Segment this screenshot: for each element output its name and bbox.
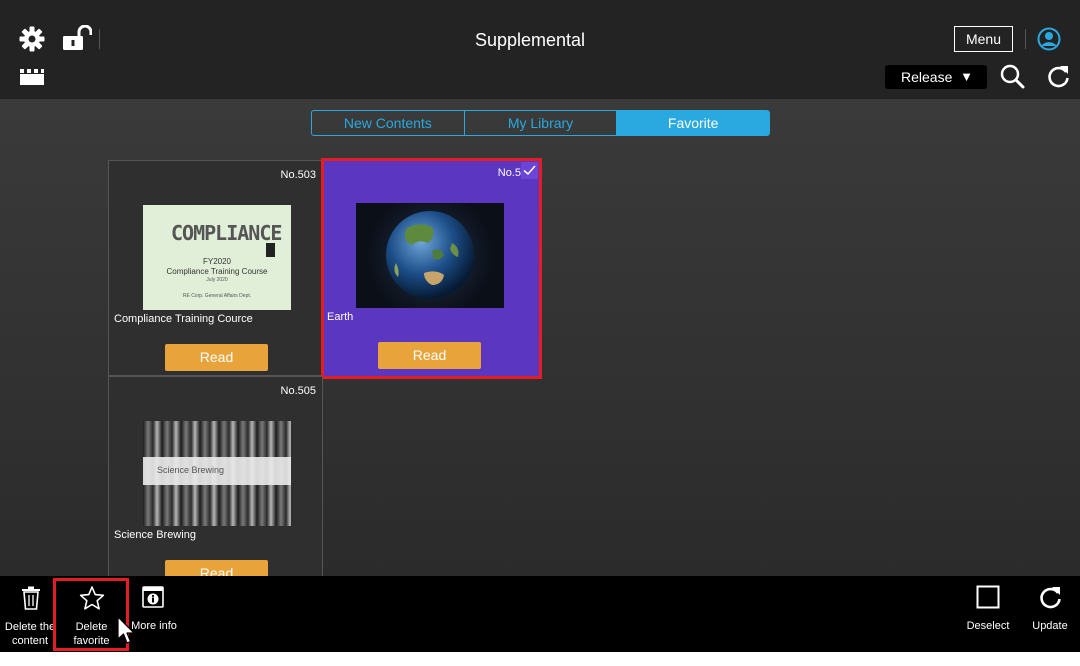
content-number: No.505	[280, 385, 316, 397]
cover-overlay-text: Science Brewing	[157, 465, 225, 475]
trash-icon	[22, 586, 40, 610]
tab-my-library[interactable]: My Library	[465, 111, 618, 135]
menu-button[interactable]: Menu	[954, 26, 1013, 52]
content-name: Compliance Training Cource	[114, 313, 253, 325]
content-number: No.5	[497, 167, 521, 179]
checkmark-icon[interactable]	[521, 162, 538, 179]
content-card[interactable]: No.503 COMPLIANCE FY2020 Compliance Trai…	[108, 160, 323, 376]
cover-thumbnail: Science Brewing	[143, 421, 291, 526]
clapperboard-icon[interactable]	[20, 69, 44, 85]
read-button[interactable]: Read	[165, 560, 268, 576]
refresh-icon	[1040, 587, 1061, 609]
update-label: Update	[1032, 620, 1068, 632]
unlock-icon[interactable]	[62, 25, 92, 51]
read-button[interactable]: Read	[165, 344, 268, 371]
user-icon[interactable]	[1037, 27, 1061, 51]
gear-icon[interactable]	[19, 26, 45, 52]
delete-content-button[interactable]: Delete the content	[0, 576, 60, 652]
release-dropdown[interactable]: Release ▼	[885, 65, 987, 89]
divider	[1025, 29, 1026, 49]
earth-thumbnail	[356, 203, 504, 308]
search-icon[interactable]	[1000, 64, 1025, 89]
content-name: Science Brewing	[114, 529, 196, 541]
chevron-down-icon: ▼	[960, 69, 973, 84]
bottom-edge	[0, 652, 1080, 666]
cover-thumbnail: COMPLIANCE FY2020 Compliance Training Co…	[143, 205, 291, 310]
content-number: No.503	[280, 169, 316, 181]
top-bar: Supplemental Menu	[0, 0, 1080, 57]
cover-title: COMPLIANCE	[171, 221, 282, 245]
page-title: Supplemental	[474, 30, 586, 50]
cover-line: Compliance Training Course	[166, 267, 268, 276]
deselect-button[interactable]: Deselect	[960, 576, 1016, 652]
mouse-cursor-icon	[117, 616, 135, 644]
divider	[99, 29, 100, 49]
deselect-label: Deselect	[966, 620, 1010, 632]
cover-line: July 2020	[206, 277, 228, 283]
delete-content-label: Delete the	[4, 621, 56, 633]
content-card[interactable]: No.505 Science Brewing Science Brewing R…	[108, 376, 323, 576]
info-book-icon	[142, 586, 164, 608]
update-button[interactable]: Update	[1024, 576, 1076, 652]
pen-icon	[266, 243, 275, 257]
bottom-toolbar: Delete the content Delete favorite More …	[0, 576, 1080, 652]
checkbox-empty-icon	[976, 585, 1000, 609]
content-area: New Contents My Library Favorite No.503 …	[0, 99, 1080, 576]
read-button[interactable]: Read	[378, 342, 481, 369]
content-card-selected[interactable]: No.5 Earth Read	[321, 158, 542, 379]
refresh-icon[interactable]	[1046, 64, 1071, 89]
cover-line: RE Corp. General Affairs Dept.	[182, 293, 252, 299]
content-name: Earth	[327, 311, 354, 323]
tab-favorite[interactable]: Favorite	[617, 111, 769, 135]
release-label: Release	[901, 69, 953, 85]
cover-line: FY2020	[202, 257, 232, 266]
content-tabs: New Contents My Library Favorite	[311, 110, 770, 136]
delete-content-label: content	[11, 635, 49, 647]
sub-bar: Release ▼	[0, 57, 1080, 99]
tab-new-contents[interactable]: New Contents	[312, 111, 465, 135]
